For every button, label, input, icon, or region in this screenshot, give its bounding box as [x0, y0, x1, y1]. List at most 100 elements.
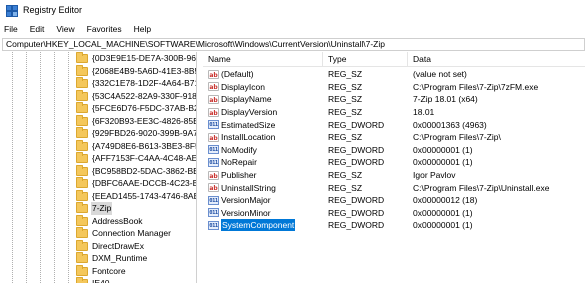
registry-editor-icon: [6, 5, 18, 17]
tree-item-label: IE40: [92, 278, 110, 283]
column-header-name[interactable]: Name: [203, 52, 323, 66]
value-row[interactable]: ab InstallLocation REG_SZ C:\Program Files\…: [203, 131, 585, 144]
value-name-cell: ab InstallLocation: [203, 131, 323, 143]
value-data: 0x00000001 (1): [413, 157, 473, 168]
folder-icon: [76, 127, 88, 138]
value-row[interactable]: 011 NoModify REG_DWORD 0x00000001 (1): [203, 144, 585, 157]
string-value-icon: ab: [208, 183, 219, 193]
dword-value-icon: 011: [208, 145, 219, 155]
value-name: DisplayName: [221, 94, 272, 105]
value-row[interactable]: 011 VersionMajor REG_DWORD 0x00000012 (18): [203, 194, 585, 207]
list-header: Name Type Data: [203, 52, 585, 67]
dword-value-icon: 011: [208, 195, 219, 205]
tree-item-label: DXM_Runtime: [92, 253, 148, 263]
string-value-icon: ab: [208, 170, 219, 180]
key-tree-pane[interactable]: {0D3E9E15-DE7A-300B-96F {2068E4B9-5A6D-41…: [0, 52, 197, 283]
value-type: REG_DWORD: [328, 207, 385, 218]
value-name: Publisher: [221, 170, 257, 181]
tree-item[interactable]: 7-Zip: [76, 202, 113, 215]
value-data: 0x00000001 (1): [413, 144, 473, 155]
value-name-cell: ab (Default): [203, 68, 323, 80]
value-type: REG_SZ: [328, 69, 363, 80]
tree-item[interactable]: Connection Manager: [76, 227, 172, 240]
address-bar[interactable]: Computer\HKEY_LOCAL_MACHINE\SOFTWARE\Mic…: [2, 38, 585, 51]
tree-item[interactable]: {929FBD26-9020-399B-9A7A: [76, 127, 196, 140]
tree-item[interactable]: {2068E4B9-5A6D-41E3-8B50: [76, 64, 197, 78]
dword-value-icon: 011: [208, 220, 219, 230]
tree-item-label: {5FCE6D76-F5DC-37AB-B2EE: [92, 103, 196, 113]
value-name: UninstallString: [221, 182, 276, 193]
tree-item[interactable]: {EEAD1455-1743-4746-8AEA: [76, 189, 197, 203]
value-data: C:\Program Files\7-Zip\Uninstall.exe: [413, 182, 550, 193]
value-row[interactable]: ab DisplayName REG_SZ 7-Zip 18.01 (x64): [203, 93, 585, 106]
tree-item[interactable]: {5FCE6D76-F5DC-37AB-B2EE: [76, 102, 196, 115]
tree-item-label: Fontcore: [92, 265, 126, 276]
folder-icon: [76, 189, 88, 201]
folder-icon: [76, 152, 88, 163]
folder-icon: [76, 102, 88, 113]
folder-icon: [76, 214, 88, 226]
folder-icon: [76, 202, 88, 213]
value-row[interactable]: ab UninstallString REG_SZ C:\Program Files\…: [203, 181, 585, 194]
value-row[interactable]: ab DisplayVersion REG_SZ 18.01: [203, 106, 585, 119]
tree-item[interactable]: Fontcore: [76, 264, 127, 278]
tree-item[interactable]: {BC958BD2-5DAC-3862-BB1: [76, 164, 197, 178]
folder-icon: [76, 52, 88, 63]
tree-item-label: {BC958BD2-5DAC-3862-BB1: [92, 165, 197, 176]
tree-item[interactable]: {AFF7153F-C4AA-4C48-AEE: [76, 152, 196, 165]
column-header-type[interactable]: Type: [323, 52, 408, 66]
value-name-cell: ab DisplayIcon: [203, 81, 323, 93]
value-name-cell: 011 VersionMinor: [203, 207, 323, 219]
tree-item[interactable]: IE40: [76, 277, 111, 283]
value-row[interactable]: 011 EstimatedSize REG_DWORD 0x00001363 (496…: [203, 118, 585, 131]
value-data: C:\Program Files\7-Zip\: [413, 132, 501, 143]
tree-item[interactable]: DirectDrawEx: [76, 239, 145, 253]
value-row[interactable]: ab DisplayIcon REG_SZ C:\Program Files\7-Zi…: [203, 81, 585, 94]
tree-item[interactable]: AddressBook: [76, 214, 144, 228]
dword-value-icon: 011: [208, 208, 219, 218]
window-title: Registry Editor: [23, 5, 83, 15]
tree-item[interactable]: {A749D8E6-B613-3BE3-8F5F: [76, 139, 196, 153]
value-data: 0x00000001 (1): [413, 220, 473, 231]
tree-item[interactable]: {53C4A522-82A9-330F-9187: [76, 89, 196, 103]
value-type: REG_DWORD: [328, 144, 385, 155]
folder-icon: [76, 177, 88, 188]
value-row[interactable]: ab (Default) REG_SZ (value not set): [203, 68, 585, 81]
folder-icon: [76, 77, 88, 88]
string-value-icon: ab: [208, 94, 219, 104]
value-name-cell: ab Publisher: [203, 169, 323, 181]
tree-item-label: 7-Zip: [91, 202, 113, 215]
values-list-pane[interactable]: Name Type Data ab (Default) REG_SZ (value n…: [203, 52, 585, 283]
menu-bar: File Edit View Favorites Help: [0, 22, 585, 36]
tree-item-label: {EEAD1455-1743-4746-8AEA: [92, 190, 197, 201]
tree-item[interactable]: {0D3E9E15-DE7A-300B-96F: [76, 52, 196, 65]
value-type: REG_DWORD: [328, 220, 385, 231]
tree-item[interactable]: DXM_Runtime: [76, 252, 148, 265]
value-row[interactable]: ab Publisher REG_SZ Igor Pavlov: [203, 169, 585, 182]
tree-item-label: {2068E4B9-5A6D-41E3-8B50: [92, 65, 197, 76]
menu-edit[interactable]: Edit: [24, 22, 51, 36]
menu-file[interactable]: File: [0, 22, 24, 36]
value-name-cell: 011 EstimatedSize: [203, 119, 323, 131]
value-name-cell: ab DisplayVersion: [203, 106, 323, 118]
tree-item[interactable]: {DBFC6AAE-DCCB-4C23-B0: [76, 177, 196, 190]
menu-help[interactable]: Help: [128, 22, 157, 36]
value-type: REG_SZ: [328, 182, 363, 193]
value-name: DisplayIcon: [221, 81, 265, 92]
menu-favorites[interactable]: Favorites: [81, 22, 128, 36]
tree-item[interactable]: {332C1E78-1D2F-4A64-B718: [76, 77, 196, 90]
folder-icon: [76, 277, 88, 283]
value-row[interactable]: 011 VersionMinor REG_DWORD 0x00000001 (1): [203, 207, 585, 220]
string-value-icon: ab: [208, 107, 219, 117]
value-data: 0x00001363 (4963): [413, 119, 487, 130]
tree-guide-line: [40, 52, 41, 283]
value-row[interactable]: 011 NoRepair REG_DWORD 0x00000001 (1): [203, 156, 585, 169]
menu-view[interactable]: View: [50, 22, 80, 36]
tree-item[interactable]: {6F320B93-EE3C-4826-85E0: [76, 114, 196, 128]
value-type: REG_SZ: [328, 81, 363, 92]
value-name: NoRepair: [221, 157, 257, 168]
value-name-cell: 011 SystemComponent: [203, 219, 323, 232]
column-header-data[interactable]: Data: [408, 52, 585, 66]
value-row[interactable]: 011 SystemComponent REG_DWORD 0x00000001 (1…: [203, 219, 585, 232]
value-type: REG_DWORD: [328, 119, 385, 130]
